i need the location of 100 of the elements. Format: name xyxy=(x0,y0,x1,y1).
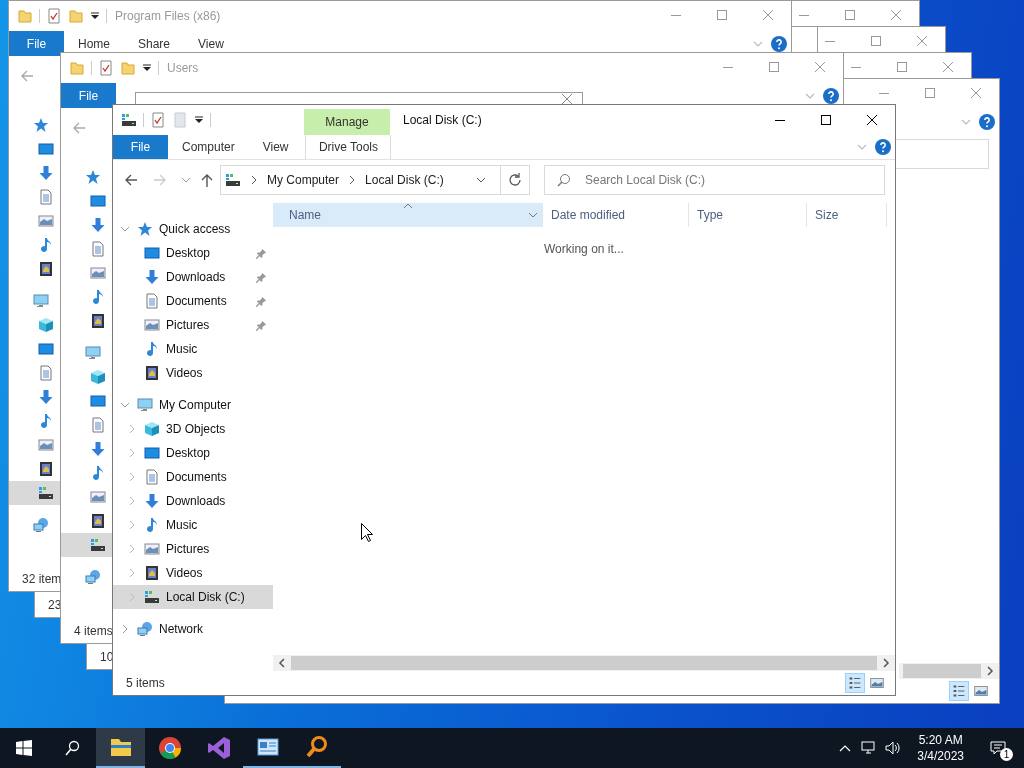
up-arrow-icon[interactable] xyxy=(199,172,215,188)
address-field[interactable]: My Computer Local Disk (C:) xyxy=(220,165,530,195)
file-tab[interactable]: File xyxy=(9,31,64,56)
help-icon[interactable] xyxy=(823,87,839,104)
maximize-icon xyxy=(845,10,855,20)
checklist-icon[interactable] xyxy=(98,60,114,76)
folder-icon[interactable] xyxy=(69,60,85,76)
document-icon xyxy=(38,189,54,205)
down-arrow-icon xyxy=(90,217,106,233)
pin-icon[interactable] xyxy=(256,295,267,307)
column-header[interactable]: Type xyxy=(689,203,807,227)
maximize-icon xyxy=(769,62,779,72)
refresh-icon[interactable] xyxy=(507,172,523,188)
taskbar-button[interactable] xyxy=(96,728,145,768)
expand-chevron-icon[interactable] xyxy=(120,224,130,234)
drive-icon xyxy=(225,172,241,188)
help-icon[interactable] xyxy=(979,113,995,130)
nav-item[interactable]: 3D Objects xyxy=(113,417,273,441)
nav-item[interactable]: Documents xyxy=(113,465,273,489)
search-field[interactable]: Search Local Disk (C:) xyxy=(544,165,885,195)
horizontal-scrollbar[interactable] xyxy=(273,655,895,671)
nav-item[interactable] xyxy=(9,481,60,505)
document-icon xyxy=(144,469,160,485)
breadcrumb[interactable]: My Computer xyxy=(267,173,340,187)
expand-chevron-icon[interactable] xyxy=(127,448,137,458)
nav-item[interactable]: Videos xyxy=(113,561,273,585)
checklist-icon[interactable] xyxy=(46,8,62,24)
folder-icon[interactable] xyxy=(68,8,84,24)
nav-item[interactable]: Network xyxy=(113,617,273,641)
caret-icon[interactable] xyxy=(90,11,100,21)
column-header[interactable]: Name xyxy=(273,203,543,227)
expand-chevron-icon[interactable] xyxy=(127,496,137,506)
nav-item[interactable] xyxy=(61,533,112,557)
nav-item[interactable]: Downloads xyxy=(113,489,273,513)
speaker-icon[interactable] xyxy=(885,740,902,756)
caret-icon[interactable] xyxy=(194,115,204,125)
computer-icon xyxy=(33,293,49,309)
expand-chevron-icon[interactable] xyxy=(127,520,137,530)
expand-chevron-icon[interactable] xyxy=(120,400,130,410)
clock[interactable]: 5:20 AM 3/4/2023 xyxy=(909,732,972,764)
dropdown-icon[interactable] xyxy=(528,210,538,220)
horizontal-scrollbar[interactable] xyxy=(899,663,999,679)
close-icon xyxy=(971,88,981,98)
music-note-icon xyxy=(38,413,54,429)
nav-item[interactable]: Desktop xyxy=(113,441,273,465)
help-icon[interactable] xyxy=(875,139,891,155)
expand-chevron-icon[interactable] xyxy=(127,472,137,482)
pin-icon[interactable] xyxy=(256,319,267,331)
picture-icon xyxy=(90,265,106,281)
column-header[interactable]: Date modified xyxy=(543,203,689,227)
nav-item[interactable]: Music xyxy=(113,337,273,361)
column-header[interactable]: Size xyxy=(807,203,887,227)
ribbon-tab[interactable]: View xyxy=(184,31,238,56)
window-title: Local Disk (C:) xyxy=(403,113,482,127)
film-icon xyxy=(38,461,54,477)
ribbon-tab[interactable]: Computer xyxy=(168,135,249,159)
magnifier-icon xyxy=(304,735,329,759)
monitor-icon xyxy=(38,141,54,157)
folder-icon[interactable] xyxy=(120,60,136,76)
collapse-chevron-icon[interactable] xyxy=(120,624,130,634)
notifications-button[interactable]: 1 xyxy=(980,728,1016,768)
nav-item[interactable]: Downloads xyxy=(113,265,273,289)
contextual-tab[interactable]: Drive Tools xyxy=(305,135,392,159)
network-icon[interactable] xyxy=(861,740,878,756)
file-tab[interactable]: File xyxy=(113,135,168,159)
ribbon-tab[interactable]: Share xyxy=(124,31,185,56)
nav-item[interactable]: Documents xyxy=(113,289,273,313)
checklist-icon[interactable] xyxy=(150,112,166,128)
back-arrow-icon[interactable] xyxy=(123,172,139,188)
nav-item[interactable]: Desktop xyxy=(113,241,273,265)
nav-item[interactable]: Local Disk (C:) xyxy=(113,585,273,609)
pin-icon[interactable] xyxy=(256,247,267,259)
loading-message: Working on it... xyxy=(544,242,625,256)
details-view-icon[interactable] xyxy=(949,681,969,701)
picture-icon xyxy=(38,213,54,229)
nav-item[interactable]: Pictures xyxy=(113,537,273,561)
nav-item[interactable]: Pictures xyxy=(113,313,273,337)
chevron-icon[interactable] xyxy=(249,175,259,185)
expand-chevron-icon[interactable] xyxy=(127,424,137,434)
ribbon-tab[interactable]: Home xyxy=(64,31,124,56)
help-icon[interactable] xyxy=(771,35,787,52)
music-note-icon xyxy=(144,341,160,357)
dropdown-icon[interactable] xyxy=(476,175,486,185)
pin-icon[interactable] xyxy=(256,271,267,283)
expand-chevron-icon[interactable] xyxy=(127,544,137,554)
nav-item[interactable]: Music xyxy=(113,513,273,537)
file-tab[interactable]: File xyxy=(61,83,116,108)
breadcrumb[interactable]: Local Disk (C:) xyxy=(365,173,444,187)
expand-chevron-icon[interactable] xyxy=(127,568,137,578)
message-icon xyxy=(990,740,1006,756)
network-icon xyxy=(85,569,101,585)
nav-item[interactable]: My Computer xyxy=(113,393,273,417)
folder-icon[interactable] xyxy=(17,8,33,24)
details-view-icon[interactable] xyxy=(845,673,865,693)
caret-icon[interactable] xyxy=(142,63,152,73)
nav-item[interactable]: Videos xyxy=(113,361,273,385)
contextual-tab[interactable]: Manage xyxy=(304,109,390,135)
nav-item[interactable]: Quick access xyxy=(113,217,273,241)
star-icon xyxy=(137,221,153,237)
ribbon-tab[interactable]: View xyxy=(248,135,303,159)
